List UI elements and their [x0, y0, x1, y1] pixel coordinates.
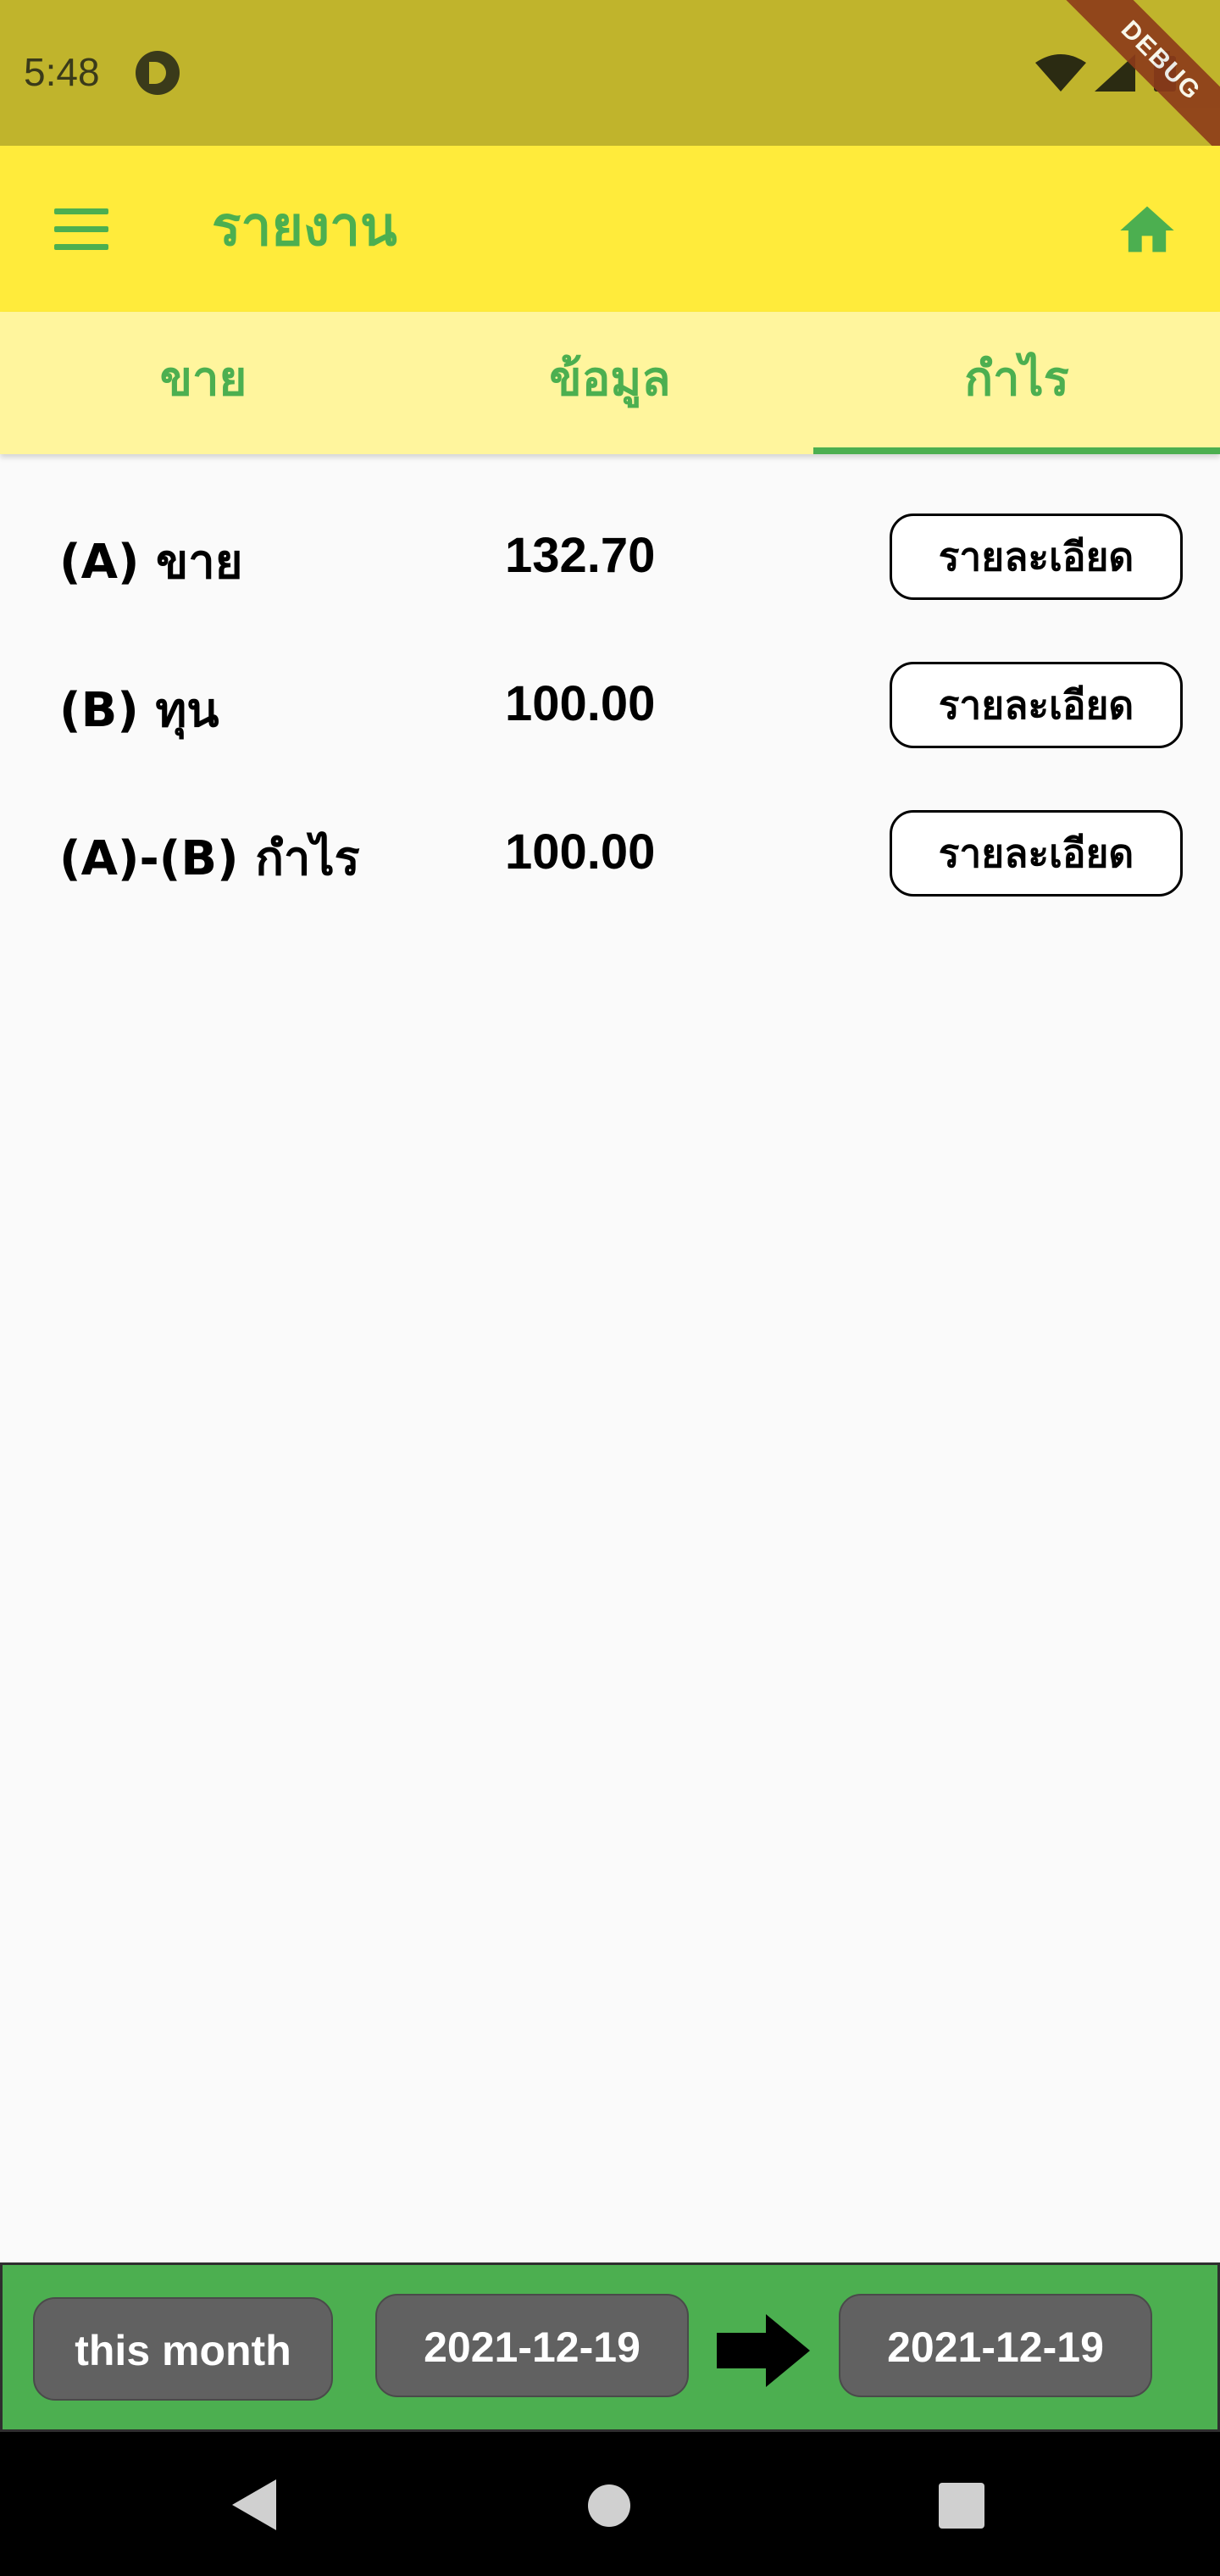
- row-value: 100.00: [505, 676, 656, 731]
- date-range-panel: this month 2021-12-19 2021-12-19: [0, 2262, 1220, 2432]
- status-bar: 5:48 DEBUG: [0, 0, 1220, 186]
- report-row-cost: (B) ทุน 100.00 รายละเอียด: [0, 662, 1220, 755]
- menu-icon[interactable]: [54, 208, 108, 250]
- detail-button[interactable]: รายละเอียด: [890, 514, 1183, 600]
- report-row-sales: (A) ขาย 132.70 รายละเอียด: [0, 514, 1220, 607]
- app-bar: รายงาน: [0, 146, 1220, 312]
- back-icon[interactable]: [229, 2478, 280, 2532]
- row-label: (A)-(B) กำไร: [59, 831, 360, 886]
- tab-sales[interactable]: ขาย: [0, 312, 407, 454]
- start-date-button[interactable]: 2021-12-19: [375, 2294, 689, 2397]
- period-preset-button[interactable]: this month: [33, 2297, 333, 2401]
- home-circle-icon[interactable]: [588, 2484, 630, 2527]
- end-date-button[interactable]: 2021-12-19: [839, 2294, 1152, 2397]
- tab-profit[interactable]: กำไร: [813, 312, 1220, 454]
- row-label: (A) ขาย: [59, 535, 243, 590]
- tab-data[interactable]: ข้อมูล: [407, 312, 813, 454]
- row-label: (B) ทุน: [59, 683, 219, 738]
- wifi-icon: [1035, 54, 1086, 92]
- home-icon[interactable]: [1115, 198, 1179, 263]
- row-value: 100.00: [505, 824, 656, 880]
- row-value: 132.70: [505, 528, 656, 583]
- report-row-profit: (A)-(B) กำไร 100.00 รายละเอียด: [0, 810, 1220, 903]
- page-title: รายงาน: [212, 196, 397, 258]
- tab-bar: ขาย ข้อมูล กำไร: [0, 312, 1220, 454]
- detail-button[interactable]: รายละเอียด: [890, 662, 1183, 748]
- record-icon: [136, 51, 180, 95]
- arrow-right-icon: [717, 2314, 810, 2387]
- recent-apps-icon[interactable]: [939, 2483, 984, 2529]
- status-time: 5:48: [24, 50, 100, 94]
- detail-button[interactable]: รายละเอียด: [890, 810, 1183, 897]
- system-nav-bar: [0, 2432, 1220, 2576]
